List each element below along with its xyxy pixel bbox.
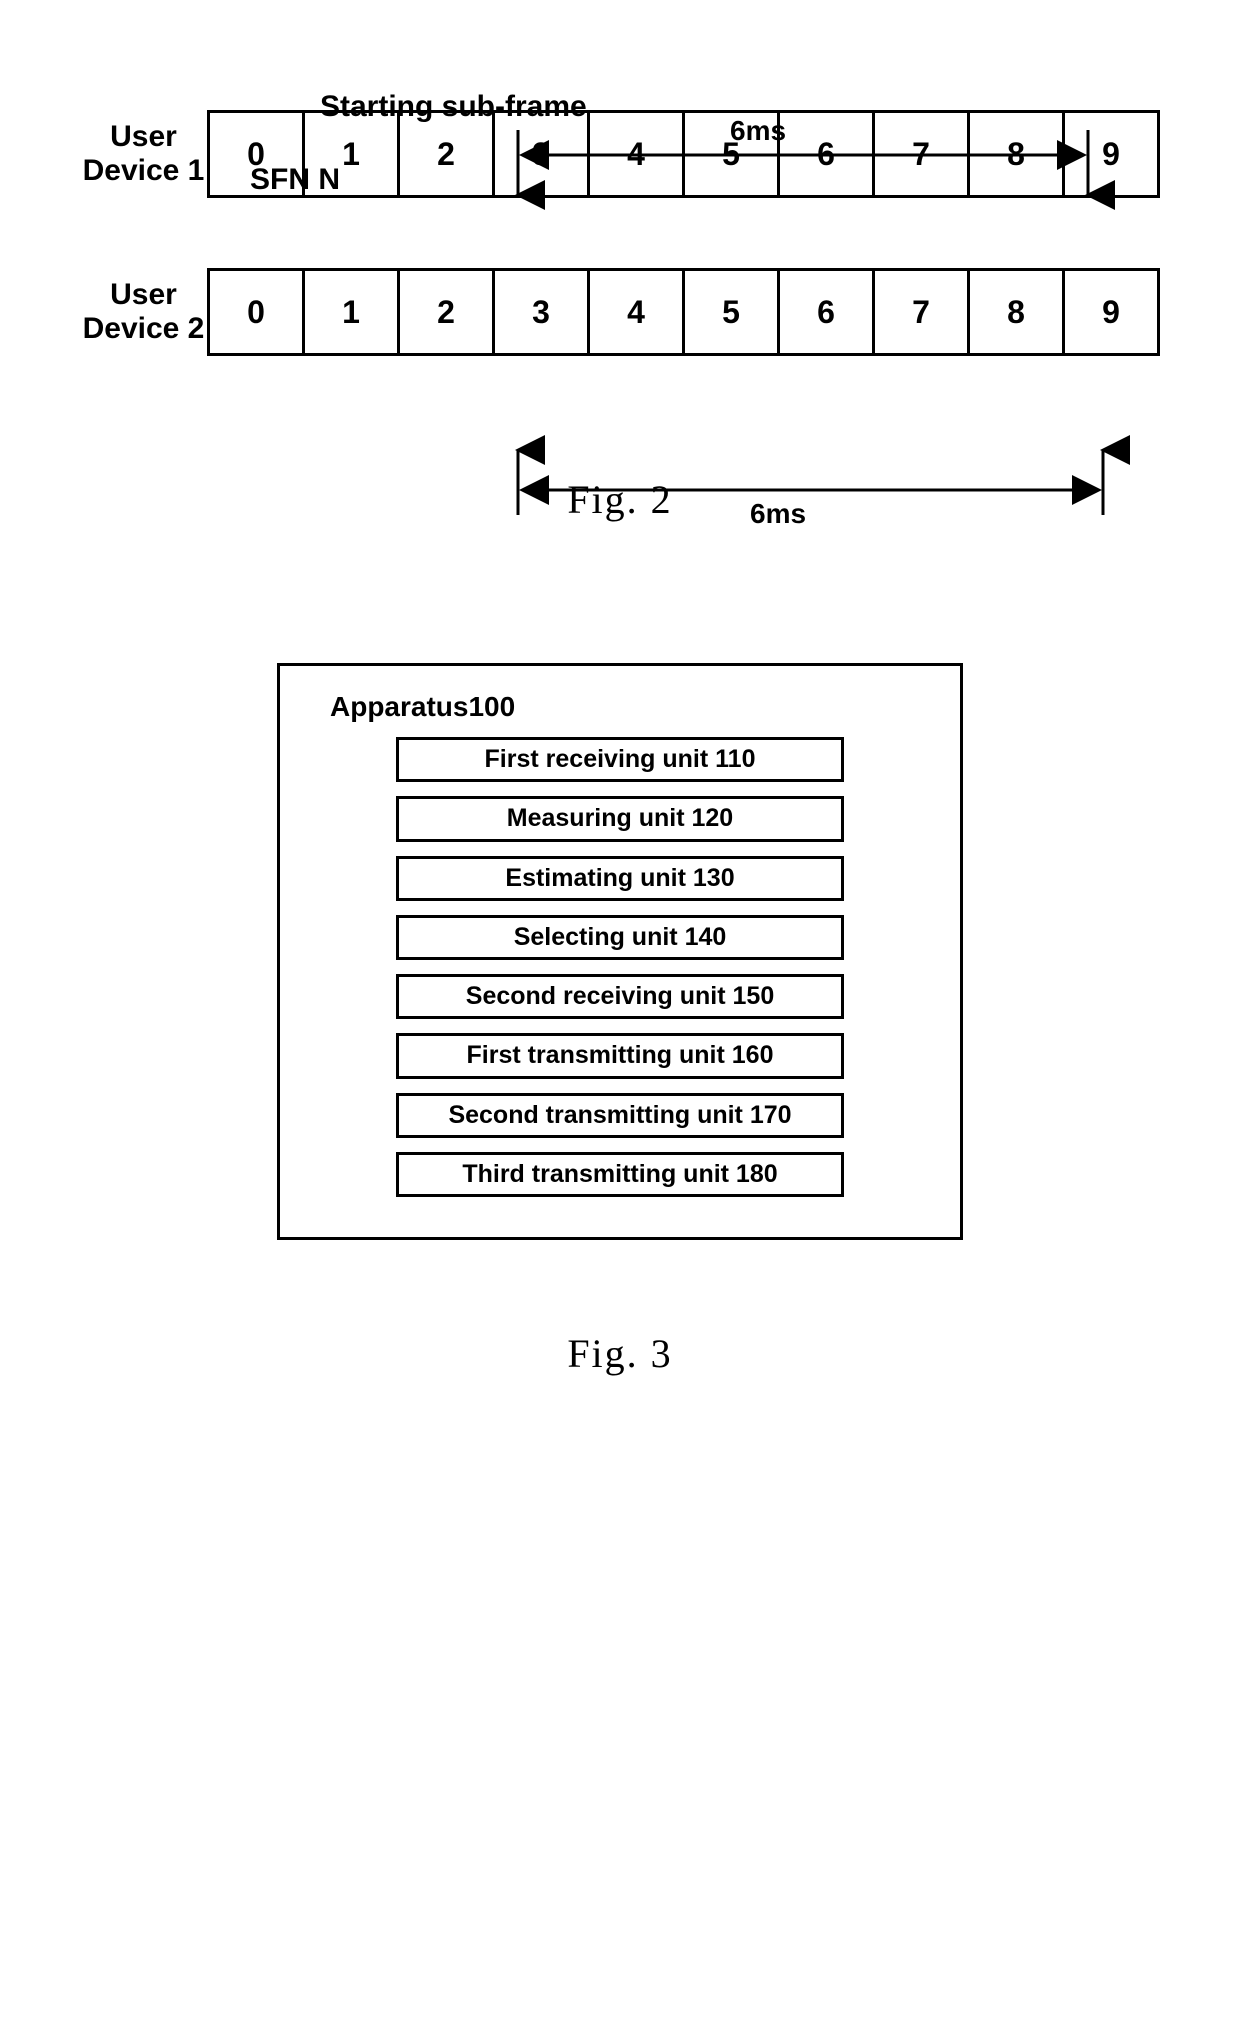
unit-box: Second transmitting unit 170	[396, 1093, 844, 1138]
subframe-cell: 6	[780, 113, 875, 195]
frame-row-2: 0 1 2 3 4 5 6 7 8 9	[207, 268, 1160, 356]
subframe-cell: 5	[685, 271, 780, 353]
device-row-1: User Device 1 0 1 2 3 4 5 6 7 8 9	[80, 110, 1160, 198]
subframe-cell: 3	[495, 271, 590, 353]
unit-box: Estimating unit 130	[396, 856, 844, 901]
unit-box: Measuring unit 120	[396, 796, 844, 841]
subframe-cell: 4	[590, 113, 685, 195]
unit-box: Second receiving unit 150	[396, 974, 844, 1019]
unit-box: First receiving unit 110	[396, 737, 844, 782]
duration-label-top: 6ms	[730, 115, 786, 147]
device-row-2: User Device 2 0 1 2 3 4 5 6 7 8 9	[80, 268, 1160, 356]
subframe-cell: 9	[1065, 271, 1157, 353]
device-1-label: User Device 1	[80, 120, 207, 189]
subframe-cell: 6	[780, 271, 875, 353]
subframe-cell: 2	[400, 271, 495, 353]
subframe-cell: 1	[305, 271, 400, 353]
unit-box: First transmitting unit 160	[396, 1033, 844, 1078]
figure-2-container: Starting sub-frame SFN N 6ms User Device…	[80, 110, 1160, 356]
apparatus-title: Apparatus100	[330, 691, 920, 723]
unit-box: Third transmitting unit 180	[396, 1152, 844, 1197]
subframe-cell: 9	[1065, 113, 1157, 195]
subframe-cell: 2	[400, 113, 495, 195]
subframe-cell: 3	[495, 113, 590, 195]
subframe-cell: 7	[875, 271, 970, 353]
starting-subframe-label: Starting sub-frame	[320, 90, 587, 124]
figure-2-caption: Fig. 2	[20, 476, 1220, 523]
unit-box: Selecting unit 140	[396, 915, 844, 960]
subframe-cell: 7	[875, 113, 970, 195]
subframe-cell: 8	[970, 113, 1065, 195]
duration-label-bottom: 6ms	[750, 498, 806, 530]
device-2-label: User Device 2	[80, 278, 207, 347]
figure-3-caption: Fig. 3	[20, 1330, 1220, 1377]
figure-3-container: Apparatus100 First receiving unit 110 Me…	[20, 663, 1220, 1240]
apparatus-box: Apparatus100 First receiving unit 110 Me…	[277, 663, 963, 1240]
sfn-label: SFN N	[250, 163, 340, 197]
subframe-cell: 0	[210, 271, 305, 353]
subframe-cell: 8	[970, 271, 1065, 353]
subframe-cell: 4	[590, 271, 685, 353]
